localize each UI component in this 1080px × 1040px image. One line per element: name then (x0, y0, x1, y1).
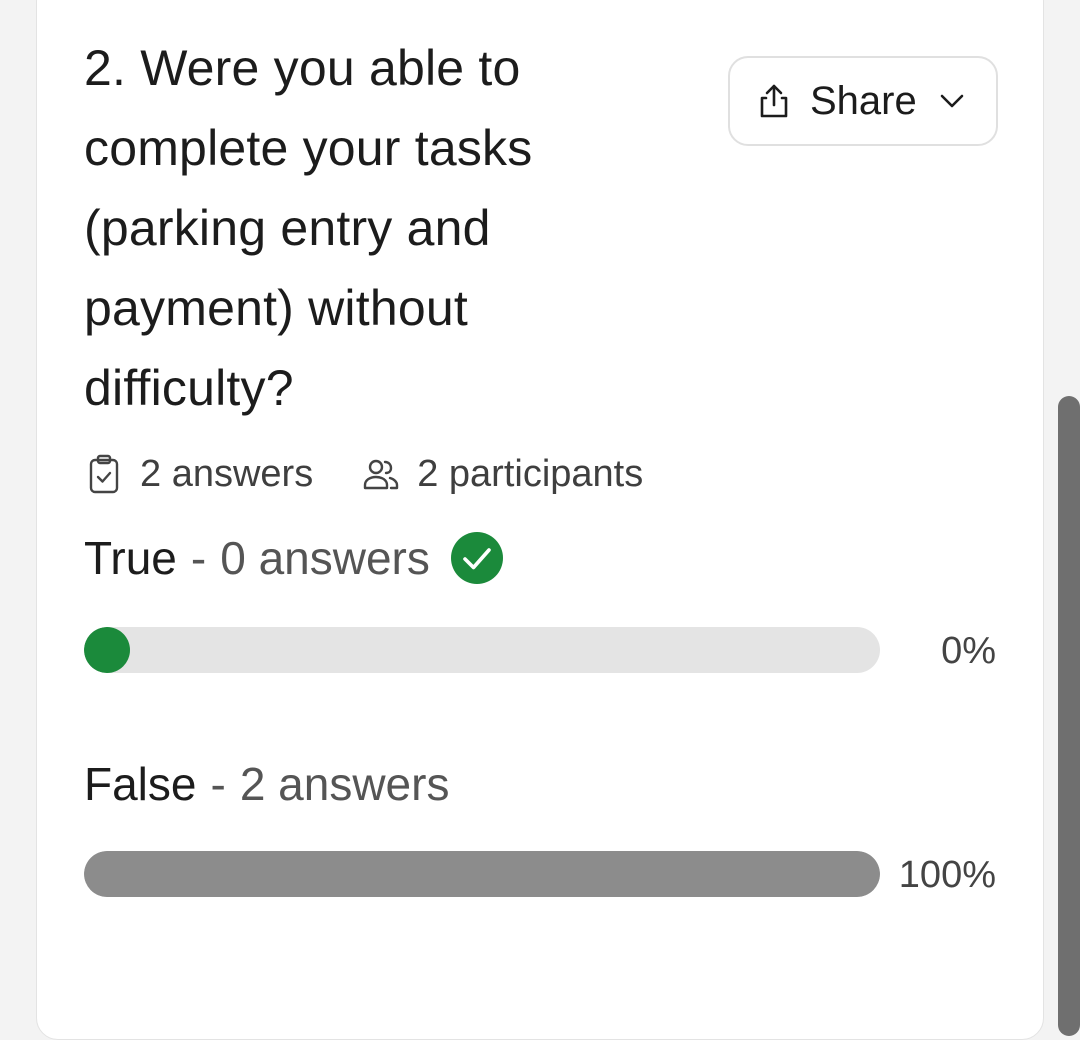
option-answer-count: 0 answers (220, 532, 430, 584)
share-upload-icon (754, 81, 794, 121)
users-icon (364, 459, 399, 490)
clipboard-check-icon (89, 454, 119, 494)
option-false-progress-bar (84, 851, 880, 897)
participants-count: 2 participants (361, 453, 643, 496)
scrollbar-thumb[interactable] (1058, 396, 1080, 1036)
option-true-percent: 0% (941, 630, 996, 672)
answers-count: 2 answers (84, 453, 313, 496)
option-false-label: False - 2 answers (84, 754, 449, 814)
question-title: 2. Were you able to complete your tasks … (84, 40, 533, 416)
answers-count-label: 2 answers (140, 452, 314, 495)
option-separator: - (210, 758, 226, 810)
response-stats: 2 answers 2 participants (84, 448, 643, 500)
check-circle-icon (450, 531, 504, 585)
option-answer-count: 2 answers (239, 758, 450, 810)
option-false-progress-fill (84, 851, 880, 897)
option-name: False (84, 758, 197, 810)
option-true-progress-fill (84, 627, 130, 673)
option-separator: - (190, 532, 207, 584)
participants-count-label: 2 participants (417, 452, 644, 495)
option-true-label: True - 0 answers (84, 528, 504, 588)
chevron-down-icon (937, 86, 967, 116)
share-label: Share (810, 78, 917, 123)
option-false-percent: 100% (898, 854, 996, 896)
share-button[interactable]: Share (728, 56, 998, 146)
option-name: True (84, 532, 177, 584)
option-true-progress-bar (84, 627, 880, 673)
